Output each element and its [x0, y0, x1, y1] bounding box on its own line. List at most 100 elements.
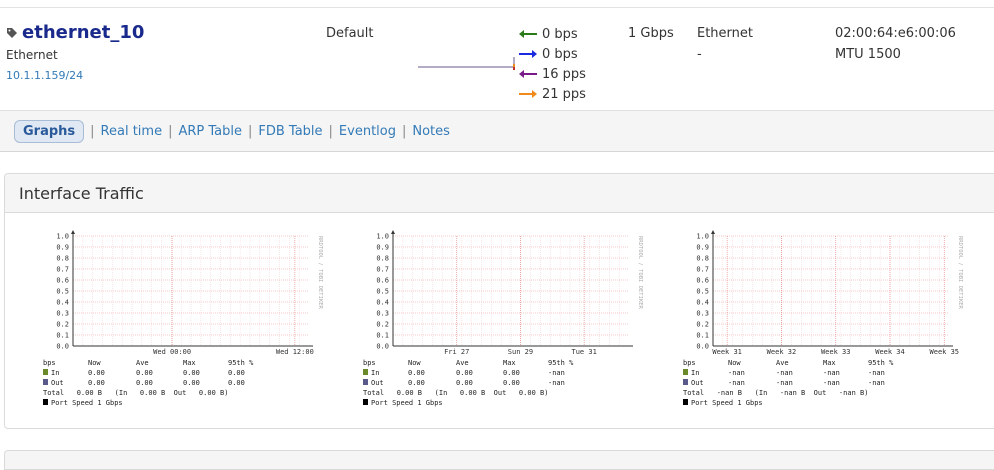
legend-out-value: -nan	[823, 379, 840, 387]
tab-separator: |	[401, 124, 407, 139]
interface-media-secondary: -	[697, 47, 702, 62]
traffic-graph-day[interactable]: 1.0 0.9 0.8 0.7 0.6 0.5 0.4 0.3 0.2 0.1 0.0 Wed 00:…	[43, 226, 333, 416]
tab-graphs[interactable]: Graphs	[14, 120, 85, 143]
legend-header: Max	[823, 359, 836, 367]
legend-in-value: 0.00	[503, 369, 520, 377]
graph-watermark: RRDTOOL / TOBI OETIKER	[317, 236, 323, 310]
tab-separator: |	[168, 124, 173, 139]
legend-header: Now	[88, 359, 101, 367]
y-tick-label: 0.6	[376, 277, 389, 285]
interface-ip-link[interactable]: 10.1.1.159/24	[6, 69, 83, 82]
traffic-graph-svg: 1.0 0.9 0.8 0.7 0.6 0.5 0.4 0.3 0.2 0.1 0.0 Fri 27 S…	[363, 230, 643, 407]
rate-row: 21 pps	[518, 84, 586, 104]
x-tick-label: Wed 00:00	[153, 348, 191, 356]
y-tick-label: 0.6	[56, 277, 69, 285]
arrow-left-icon	[519, 30, 537, 38]
rate-value: 16 pps	[542, 66, 586, 82]
x-tick-label: Wed 12:00	[276, 348, 314, 356]
y-tick-label: 1.0	[56, 233, 69, 241]
y-tick-label: 1.0	[376, 233, 389, 241]
x-tick-label: Sun 29	[508, 348, 533, 356]
legend-port-speed: Port Speed 1 Gbps	[51, 399, 123, 407]
legend-out-value: -nan	[868, 379, 885, 387]
tab-separator: |	[90, 124, 95, 139]
legend-in-value: -nan	[868, 369, 885, 377]
interface-type: Ethernet	[6, 48, 58, 62]
y-tick-label: 0.3	[56, 310, 69, 318]
legend-port-speed: Port Speed 1 Gbps	[691, 399, 763, 407]
legend-in-value: 0.00	[408, 369, 425, 377]
legend-out-value: 0.00	[228, 379, 245, 387]
tab-fdb-table[interactable]: FDB Table	[258, 124, 322, 139]
interface-name-link[interactable]: ethernet_10	[22, 22, 144, 43]
legend-in-value: -nan	[776, 369, 793, 377]
traffic-sparkline[interactable]	[418, 53, 518, 73]
arrow-right-icon	[519, 90, 537, 98]
legend-in-swatch	[43, 369, 48, 375]
y-tick-label: 0.7	[696, 266, 709, 274]
x-tick-label: Tue 31	[572, 348, 597, 356]
y-tick-label: 0.8	[376, 255, 389, 263]
rate-value: 21 pps	[542, 86, 586, 102]
panel-header: Interface Traffic	[5, 174, 994, 213]
legend-header: bps	[683, 359, 696, 367]
x-tick-label: Week 31	[712, 348, 742, 356]
traffic-graph-month[interactable]: 1.0 0.9 0.8 0.7 0.6 0.5 0.4 0.3 0.2 0.1 0.0 Week 31…	[683, 226, 973, 416]
legend-out-value: Out	[51, 379, 64, 387]
y-axis-arrow	[391, 230, 395, 234]
next-panel-header	[4, 450, 994, 470]
legend-in-value: 0.00	[183, 369, 200, 377]
legend-in-value: In	[51, 369, 59, 377]
traffic-graph-svg: 1.0 0.9 0.8 0.7 0.6 0.5 0.4 0.3 0.2 0.1 0.0Week 31…	[683, 230, 963, 407]
legend-in-value: In	[691, 369, 699, 377]
y-tick-label: 1.0	[696, 233, 709, 241]
tab-eventlog[interactable]: Eventlog	[339, 124, 396, 139]
legend-header: bps	[43, 359, 56, 367]
legend-in-value: -nan	[823, 369, 840, 377]
tab-separator: |	[247, 124, 253, 139]
interface-traffic-panel: Interface Traffic 1.0 0.9 0.8 0.7 0.6 0.5 0.4 0…	[4, 173, 994, 429]
legend-out-value: 0.00	[88, 379, 105, 387]
legend-header: 95th %	[228, 359, 254, 367]
rate-row: 0 bps	[518, 24, 586, 44]
x-tick-label: Week 34	[875, 348, 905, 356]
legend-port-speed: Port Speed 1 Gbps	[371, 399, 443, 407]
legend-in-value: In	[371, 369, 379, 377]
x-tick-label: Fri 27	[444, 348, 469, 356]
legend-header: Max	[183, 359, 196, 367]
legend-total: Total 0.00 B (In 0.00 B Out 0.00 B)	[363, 389, 548, 397]
tab-notes[interactable]: Notes	[412, 124, 450, 139]
y-tick-label: 0.4	[376, 299, 389, 307]
y-tick-label: 0.0	[696, 343, 709, 351]
y-tick-label: 0.4	[56, 299, 69, 307]
legend-total: Total 0.00 B (In 0.00 B Out 0.00 B)	[43, 389, 228, 397]
legend-in-value: 0.00	[136, 369, 153, 377]
graph-watermark: RRDTOOL / TOBI OETIKER	[637, 236, 643, 310]
legend-out-value: Out	[371, 379, 384, 387]
y-tick-label: 0.0	[376, 343, 389, 351]
legend-out-value: -nan	[728, 379, 745, 387]
legend-in-value: -nan	[728, 369, 745, 377]
legend-out-swatch	[363, 379, 368, 385]
legend-header: 95th %	[868, 359, 894, 367]
interface-mtu: MTU 1500	[835, 47, 901, 62]
traffic-graph-week[interactable]: 1.0 0.9 0.8 0.7 0.6 0.5 0.4 0.3 0.2 0.1 0.0 Fri 27 S…	[363, 226, 653, 416]
y-tick-label: 0.9	[56, 244, 69, 252]
y-tick-label: 0.0	[56, 343, 69, 351]
y-tick-label: 0.3	[376, 310, 389, 318]
legend-in-value: 0.00	[456, 369, 473, 377]
tab-arp-table[interactable]: ARP Table	[178, 124, 242, 139]
legend-port-swatch	[363, 399, 368, 405]
legend-header: 95th %	[548, 359, 574, 367]
y-tick-label: 0.6	[696, 277, 709, 285]
legend-out-value: -nan	[548, 379, 565, 387]
tab-real-time[interactable]: Real time	[101, 124, 163, 139]
y-tick-label: 0.3	[696, 310, 709, 318]
tab-bar: Graphs | Real time | ARP Table | FDB Table | Ev…	[0, 110, 994, 152]
legend-out-swatch	[43, 379, 48, 385]
legend-out-value: 0.00	[408, 379, 425, 387]
legend-out-value: 0.00	[183, 379, 200, 387]
y-tick-label: 0.9	[696, 244, 709, 252]
arrow-left-icon	[519, 70, 537, 78]
arrow-right-icon	[519, 50, 537, 58]
